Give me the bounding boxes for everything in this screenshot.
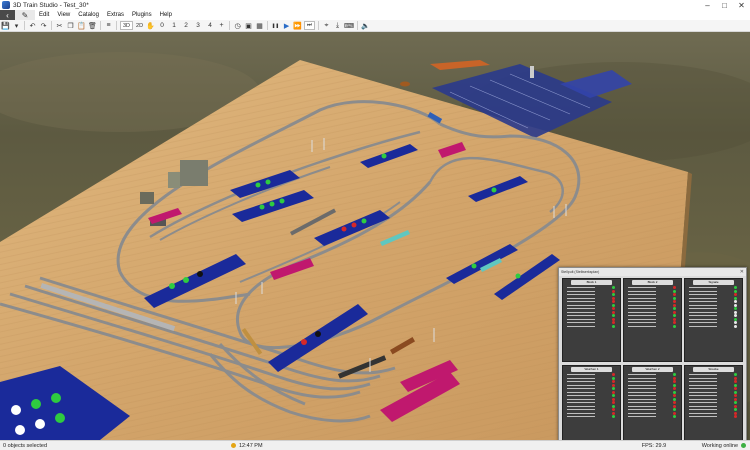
panel-column-title: Block 2 — [632, 280, 673, 285]
panel-column: Signale — [684, 278, 743, 362]
select-tool-icon[interactable]: ⌖ — [321, 20, 332, 31]
copy-icon[interactable]: ❐ — [65, 20, 76, 31]
toolbar: 💾 ▾ ↶ ↷ ✂ ❐ 📋 🗑 ≡ 3D 2D ✋ 0 1 2 3 4 + ◷ … — [0, 20, 750, 32]
toolbar-divider — [116, 21, 117, 30]
signal-post-3d — [530, 66, 534, 78]
selection-count: 0 objects selected — [3, 442, 48, 449]
save-dropdown-icon[interactable]: ▾ — [11, 20, 22, 31]
sound-icon[interactable]: 🔈 — [360, 20, 371, 31]
undo-icon[interactable]: ↶ — [27, 20, 38, 31]
toolbar-divider — [24, 21, 25, 30]
panel-column: Block 2 — [623, 278, 682, 362]
control-panel-titlebar[interactable]: Stellpult (Stellwerksplan) ✕ — [559, 268, 746, 276]
hand-pan-icon[interactable]: ✋ — [145, 20, 156, 31]
window-title: 3D Train Studio - Test_30* — [13, 1, 89, 9]
online-status-label: Working online — [701, 442, 738, 449]
shed-building — [140, 192, 154, 204]
clock-time: 12:47 PM — [239, 442, 263, 449]
fastest-forward-icon[interactable]: ⏭ — [304, 21, 316, 30]
station-building — [180, 160, 208, 186]
camera-view-4[interactable]: 4 — [204, 20, 216, 31]
status-led[interactable] — [734, 324, 737, 328]
control-panel-body: Block 1 Block 2 Signale Weichen 1 Weiche… — [562, 278, 743, 440]
keyboard-icon[interactable]: ⌨ — [343, 20, 355, 31]
status-led[interactable] — [612, 324, 615, 328]
toolbar-divider — [318, 21, 320, 30]
panel-column: Weichen 1 — [562, 365, 621, 440]
menu-view[interactable]: View — [53, 12, 74, 18]
view-3d-button[interactable]: 3D — [120, 21, 134, 30]
toolbar-divider — [100, 21, 101, 30]
camera-view-3[interactable]: 3 — [192, 20, 204, 31]
panel-column-title: Strecke — [693, 367, 734, 372]
edit-mode-pencil-icon[interactable]: ✎ — [15, 10, 35, 20]
status-led[interactable] — [612, 415, 615, 418]
panel-column: Weichen 2 — [623, 365, 682, 440]
save-icon[interactable]: 💾 — [0, 20, 11, 31]
menu-edit[interactable]: Edit — [35, 12, 53, 18]
menu-help[interactable]: Help — [156, 12, 176, 18]
screenshot-icon[interactable]: ▣ — [243, 20, 254, 31]
app-window: 3D Train Studio - Test_30* – □ ✕ ‹ ✎ Edi… — [0, 0, 750, 450]
paste-icon[interactable]: 📋 — [76, 20, 87, 31]
status-led[interactable] — [673, 415, 676, 418]
control-panel-close-icon[interactable]: ✕ — [740, 269, 744, 275]
menu-bar: ‹ ✎ Edit View Catalog Extras Plugins Hel… — [0, 10, 750, 20]
panel-column-title: Block 1 — [571, 280, 612, 285]
panel-column-title: Signale — [693, 280, 734, 285]
timer-icon[interactable]: ◷ — [232, 20, 243, 31]
pause-icon[interactable]: ❚❚ — [270, 20, 281, 31]
back-arrow-icon[interactable]: ‹ — [0, 10, 15, 20]
panel-column: Strecke — [684, 365, 743, 440]
ramp-object — [430, 60, 490, 70]
camera-view-1[interactable]: 1 — [168, 20, 180, 31]
fps-counter: FPS: 29.9 — [641, 442, 667, 449]
panel-column: Block 1 — [562, 278, 621, 362]
station-building-2 — [168, 172, 180, 188]
toolbar-divider — [267, 21, 269, 30]
fast-forward-icon[interactable]: ⏩ — [292, 20, 303, 31]
clock-icon — [231, 443, 236, 448]
small-object — [400, 81, 410, 87]
delete-icon[interactable]: 🗑 — [87, 20, 98, 31]
menu-plugins[interactable]: Plugins — [128, 12, 156, 18]
menu-extras[interactable]: Extras — [103, 12, 128, 18]
online-status: Working online — [702, 443, 750, 449]
control-panel-title: Stellpult (Stellwerksplan) — [561, 270, 600, 274]
toolbar-divider — [229, 21, 231, 30]
camera-view-0[interactable]: 0 — [156, 20, 168, 31]
redo-icon[interactable]: ↷ — [38, 20, 49, 31]
status-led[interactable] — [673, 324, 676, 328]
download-icon[interactable]: ⤓ — [332, 20, 343, 31]
object-list-icon[interactable]: ≡ — [103, 20, 114, 31]
panel-column-title: Weichen 2 — [632, 367, 673, 372]
toolbar-divider — [51, 21, 52, 30]
status-bar: 0 objects selected 12:47 PM FPS: 29.9 Wo… — [0, 440, 750, 450]
view-2d-button[interactable]: 2D — [134, 20, 145, 31]
cut-icon[interactable]: ✂ — [54, 20, 65, 31]
close-button[interactable]: ✕ — [733, 0, 750, 10]
3d-viewport[interactable]: Stellpult (Stellwerksplan) ✕ Block 1 Blo… — [0, 32, 750, 440]
status-led[interactable] — [734, 415, 737, 418]
panel-column-title: Weichen 1 — [571, 367, 612, 372]
app-logo-icon — [2, 1, 10, 9]
online-indicator-icon — [741, 443, 746, 448]
maximize-button[interactable]: □ — [716, 0, 733, 10]
camera-view-2[interactable]: 2 — [180, 20, 192, 31]
menu-catalog[interactable]: Catalog — [74, 12, 103, 18]
clock-display[interactable]: 12:47 PM — [228, 443, 348, 449]
toolbar-divider — [357, 21, 359, 30]
title-bar: 3D Train Studio - Test_30* – □ ✕ — [0, 0, 750, 10]
minimize-button[interactable]: – — [699, 0, 716, 10]
grid-icon[interactable]: ▦ — [254, 20, 265, 31]
play-icon[interactable]: ▶ — [281, 20, 292, 31]
add-camera-view-icon[interactable]: + — [216, 20, 227, 31]
control-panel-window[interactable]: Stellpult (Stellwerksplan) ✕ Block 1 Blo… — [558, 267, 747, 440]
